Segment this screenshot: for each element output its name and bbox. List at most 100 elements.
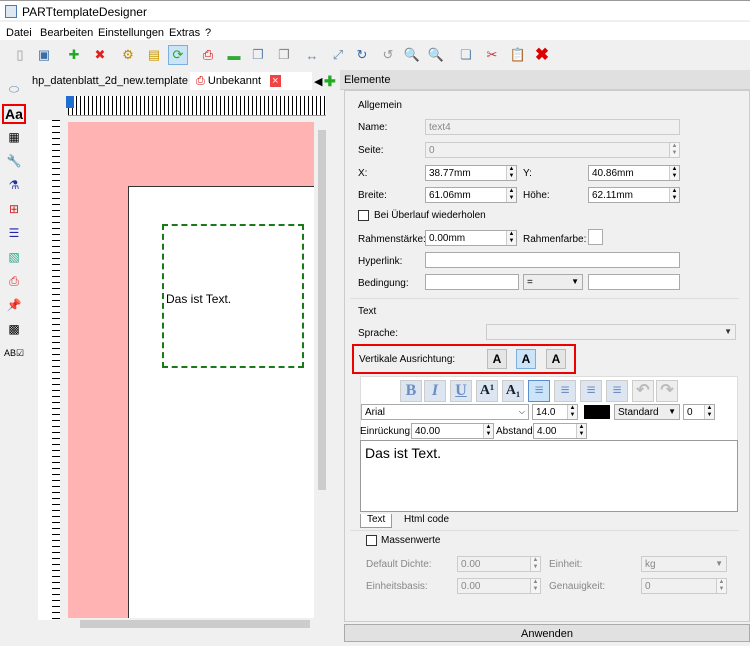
text-tool-icon[interactable]: Aa xyxy=(2,104,26,124)
align-center-icon[interactable]: ≡ xyxy=(554,380,576,402)
basis-field[interactable]: 0.00 ▲ ▼ xyxy=(457,578,541,594)
sprache-select[interactable]: ▼ xyxy=(486,324,736,340)
x-field[interactable]: 38.77mm ▲ ▼ xyxy=(425,165,517,181)
tab-label: hp_datenblatt_2d_new.template xyxy=(32,75,188,87)
save-icon[interactable]: ▣ xyxy=(34,45,54,65)
align-justify-icon[interactable]: ≡ xyxy=(580,380,602,402)
text-content-editor[interactable]: Das ist Text. xyxy=(360,440,738,512)
paste-icon[interactable]: 📋 xyxy=(508,45,528,65)
einheit-select[interactable]: kg ▼ xyxy=(641,556,727,572)
seite-field[interactable]: 0 ▲ ▼ xyxy=(425,142,680,158)
operator-value: = xyxy=(527,277,533,288)
einheit-value: kg xyxy=(645,559,656,570)
add-tab-icon[interactable]: ✚ xyxy=(324,70,336,89)
menu-help[interactable]: ? xyxy=(205,27,211,39)
style-value: Standard xyxy=(618,407,659,418)
front-icon[interactable]: ❐ xyxy=(248,45,268,65)
tab-unbekannt[interactable]: ⎙ Unbekannt × xyxy=(190,72,312,90)
subscript-icon[interactable]: A₁ xyxy=(502,380,524,402)
zoom-out-icon[interactable]: 🔍 xyxy=(402,45,422,65)
vertical-scrollbar[interactable] xyxy=(316,120,328,618)
rahmen-field[interactable]: 0.00mm ▲ ▼ xyxy=(425,230,517,246)
table-icon[interactable]: ▦ xyxy=(4,128,24,146)
remove-icon[interactable]: ✖ xyxy=(90,45,110,65)
name-field[interactable]: text4 xyxy=(425,119,680,135)
page-icon[interactable]: ▤ xyxy=(144,45,164,65)
refresh-icon[interactable]: ⟳ xyxy=(168,45,188,65)
genauigkeit-field[interactable]: 0 ▲ ▼ xyxy=(641,578,727,594)
form-field-icon[interactable]: AB☑ xyxy=(4,344,24,362)
breite-field[interactable]: 61.06mm ▲ ▼ xyxy=(425,187,517,203)
undo-icon[interactable]: ↶ xyxy=(632,380,654,402)
hyperlink-field[interactable] xyxy=(425,252,680,268)
font-select[interactable]: Arial ⌵ xyxy=(361,404,529,420)
superscript-icon[interactable]: A¹ xyxy=(476,380,498,402)
delete-icon[interactable]: ✖ xyxy=(532,45,552,65)
panel-header: Elemente xyxy=(340,70,750,90)
underline-icon[interactable]: U xyxy=(450,380,472,402)
bedingung-value-field[interactable] xyxy=(588,274,680,290)
pdf-icon[interactable]: ⎙ xyxy=(198,45,218,65)
image-icon[interactable]: ▧ xyxy=(4,248,24,266)
scroll-left-icon[interactable]: ◀ xyxy=(314,72,322,90)
align-right-icon[interactable]: ≡ xyxy=(606,380,628,402)
copy-icon[interactable]: ❏ xyxy=(456,45,476,65)
list-icon[interactable]: ☰ xyxy=(4,224,24,242)
massenwerte-label: Massenwerte xyxy=(381,535,441,546)
style-select[interactable]: Standard ▼ xyxy=(614,404,680,420)
add-icon[interactable]: ✚ xyxy=(64,45,84,65)
bold-icon[interactable]: B xyxy=(400,380,422,402)
text-color-swatch[interactable] xyxy=(584,405,610,419)
fit-width-icon[interactable]: ↔ xyxy=(302,45,322,65)
rotate-icon[interactable]: ↻ xyxy=(352,45,372,65)
italic-icon[interactable]: I xyxy=(424,380,446,402)
layer-icon[interactable]: ▬ xyxy=(224,45,244,65)
close-icon[interactable]: × xyxy=(270,75,281,87)
horizontal-scrollbar[interactable] xyxy=(68,618,326,630)
font-size-field[interactable]: 14.0 ▲ ▼ xyxy=(532,404,578,420)
zoom-in-icon[interactable]: 🔍 xyxy=(426,45,446,65)
einrueckung-field[interactable]: 40.00 ▲ ▼ xyxy=(411,423,494,439)
panel-scrollbar[interactable] xyxy=(739,92,749,620)
redo-icon[interactable]: ↷ xyxy=(656,380,678,402)
subtab-text[interactable]: Text xyxy=(360,514,393,528)
menu-extras[interactable]: Extras xyxy=(169,27,200,39)
dichte-field[interactable]: 0.00 ▲ ▼ xyxy=(457,556,541,572)
shape-icon[interactable]: ⬭ xyxy=(4,80,24,98)
dimension-icon[interactable]: ⊞ xyxy=(4,200,24,218)
qr-code-icon[interactable]: ▩ xyxy=(4,320,24,338)
variable-icon[interactable]: ⚗ xyxy=(4,176,24,194)
menu-einstellungen[interactable]: Einstellungen xyxy=(98,27,164,39)
valign-middle-button[interactable]: A xyxy=(516,349,536,369)
operator-select[interactable]: = ▼ xyxy=(523,274,583,290)
valign-top-button[interactable]: A xyxy=(487,349,507,369)
text-content: Das ist Text. xyxy=(365,445,441,461)
menu-datei[interactable]: Datei xyxy=(6,27,32,39)
valign-bottom-button[interactable]: A xyxy=(546,349,566,369)
fit-page-icon[interactable]: ⤢ xyxy=(328,45,348,65)
hoehe-field[interactable]: 62.11mm ▲ ▼ xyxy=(588,187,680,203)
text-element[interactable]: Das ist Text. xyxy=(162,224,304,368)
rotate-back-icon[interactable]: ↺ xyxy=(378,45,398,65)
tab-template[interactable]: hp_datenblatt_2d_new.template × xyxy=(32,72,206,90)
ruler-marker[interactable] xyxy=(66,96,74,108)
align-left-icon[interactable]: ≡ xyxy=(528,380,550,402)
massenwerte-checkbox[interactable] xyxy=(366,535,377,546)
new-icon[interactable]: ▯ xyxy=(10,45,30,65)
pin-icon[interactable]: 📌 xyxy=(4,296,24,314)
apply-button[interactable]: Anwenden xyxy=(344,624,750,642)
tool-icon[interactable]: 🔧 xyxy=(4,152,24,170)
rahmenfarbe-label: Rahmenfarbe: xyxy=(523,234,587,245)
abstand-field[interactable]: 4.00 ▲ ▼ xyxy=(533,423,587,439)
settings-icon[interactable]: ⚙ xyxy=(118,45,138,65)
y-field[interactable]: 40.86mm ▲ ▼ xyxy=(588,165,680,181)
cut-icon[interactable]: ✂ xyxy=(482,45,502,65)
spacing-field[interactable]: 0 ▲ ▼ xyxy=(683,404,715,420)
overflow-checkbox[interactable] xyxy=(358,210,369,221)
bedingung-field[interactable] xyxy=(425,274,519,290)
menu-bearbeiten[interactable]: Bearbeiten xyxy=(40,27,93,39)
rahmenfarbe-swatch[interactable] xyxy=(588,229,603,245)
subtab-html[interactable]: Html code xyxy=(398,514,455,528)
pdf-insert-icon[interactable]: ⎙ xyxy=(4,272,24,290)
back-icon[interactable]: ❐ xyxy=(274,45,294,65)
